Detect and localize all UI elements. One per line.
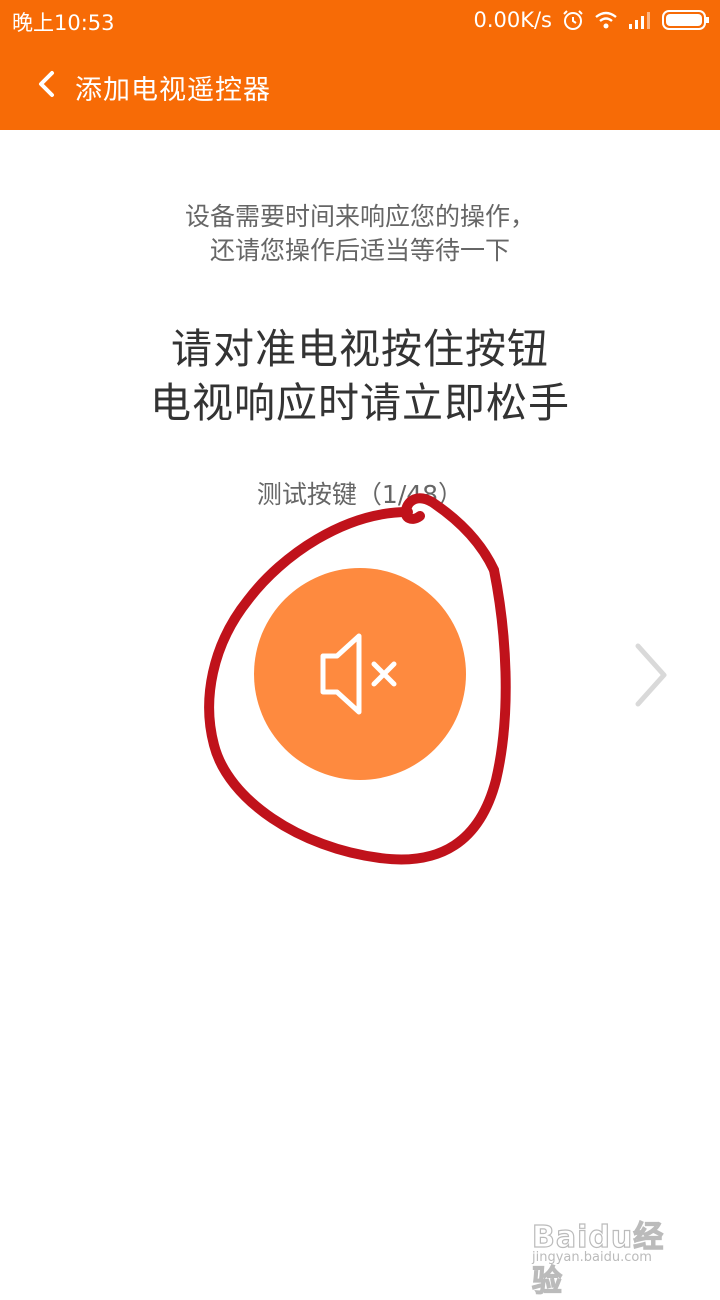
baidu-watermark: Baidu经验 jingyan.baidu.com bbox=[531, 1212, 682, 1299]
app-header: 添加电视遥控器 bbox=[0, 40, 720, 130]
network-speed: 0.00K/s bbox=[473, 8, 552, 32]
battery-icon bbox=[662, 10, 709, 30]
instruction-line-1: 请对准电视按住按钮 bbox=[171, 325, 549, 373]
chevron-right-icon bbox=[635, 643, 667, 707]
status-indicators: 0.00K/s bbox=[473, 7, 710, 33]
hint-line-2: 还请您操作后适当等待一下 bbox=[209, 236, 510, 265]
status-time: 晚上10:53 bbox=[12, 11, 115, 35]
test-key-label: 测试按键（1/48） bbox=[256, 480, 464, 509]
mute-icon bbox=[320, 633, 397, 715]
alarm-icon bbox=[563, 10, 583, 30]
signal-icon bbox=[629, 12, 650, 29]
wifi-icon bbox=[595, 11, 617, 29]
chevron-left-icon bbox=[39, 71, 54, 97]
instruction-line-2: 电视响应时请立即松手 bbox=[150, 379, 570, 427]
next-key-button[interactable] bbox=[630, 640, 674, 710]
page-title: 添加电视遥控器 bbox=[75, 75, 271, 106]
back-button[interactable] bbox=[28, 65, 68, 105]
test-mute-button[interactable] bbox=[254, 568, 466, 780]
status-bar: 晚上10:53 0.00K/s bbox=[0, 0, 720, 40]
hint-line-1: 设备需要时间来响应您的操作， bbox=[184, 202, 535, 231]
watermark-url: jingyan.baidu.com bbox=[532, 1250, 652, 1265]
